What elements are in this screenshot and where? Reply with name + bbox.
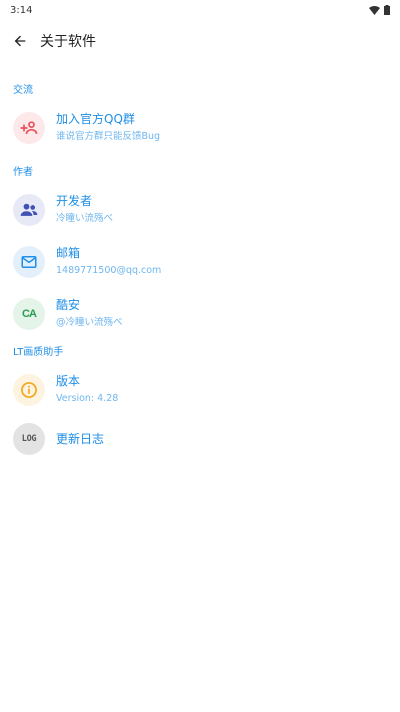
- status-time: 3:14: [10, 4, 33, 16]
- page-title: 关于软件: [40, 34, 96, 50]
- list-item-developer[interactable]: 开发者 冷瞳い流殇べ: [0, 184, 400, 236]
- list-item-version[interactable]: 版本 Version: 4.28: [0, 364, 400, 416]
- developer-subtitle: 冷瞳い流殇べ: [56, 213, 114, 224]
- battery-icon: [384, 5, 390, 15]
- section-header-app: LT画质助手: [13, 347, 64, 358]
- coolapk-subtitle: @冷瞳い流殇べ: [56, 317, 123, 328]
- changelog-title: 更新日志: [56, 432, 105, 446]
- status-bar: 3:14: [0, 0, 400, 20]
- people-icon: [13, 194, 45, 226]
- email-subtitle: 1489771500@qq.com: [56, 265, 162, 276]
- list-item-changelog[interactable]: LOG 更新日志: [0, 416, 400, 462]
- add-group-icon: [13, 112, 45, 144]
- section-header-author: 作者: [13, 167, 33, 178]
- coolapk-title: 酷安: [56, 298, 81, 312]
- qq-group-title: 加入官方QQ群: [56, 112, 135, 126]
- wifi-icon: [369, 5, 380, 15]
- developer-title: 开发者: [56, 194, 93, 208]
- email-title: 邮箱: [56, 246, 81, 260]
- mail-icon: [13, 246, 45, 278]
- list-item-coolapk[interactable]: CA 酷安 @冷瞳い流殇べ: [0, 288, 400, 340]
- section-header-communication: 交流: [13, 85, 33, 96]
- arrow-back-icon: [14, 35, 26, 47]
- list-item-email[interactable]: 邮箱 1489771500@qq.com: [0, 236, 400, 288]
- list-item-qq-group[interactable]: 加入官方QQ群 谁说官方群只能反馈Bug: [0, 102, 400, 154]
- app-bar: 关于软件: [0, 20, 400, 62]
- info-icon: [13, 374, 45, 406]
- back-button[interactable]: [10, 31, 30, 51]
- coolapk-icon: CA: [13, 298, 45, 330]
- version-title: 版本: [56, 374, 81, 388]
- status-icons: [369, 5, 390, 15]
- qq-group-subtitle: 谁说官方群只能反馈Bug: [56, 131, 161, 142]
- version-subtitle: Version: 4.28: [56, 393, 119, 404]
- log-icon: LOG: [13, 423, 45, 455]
